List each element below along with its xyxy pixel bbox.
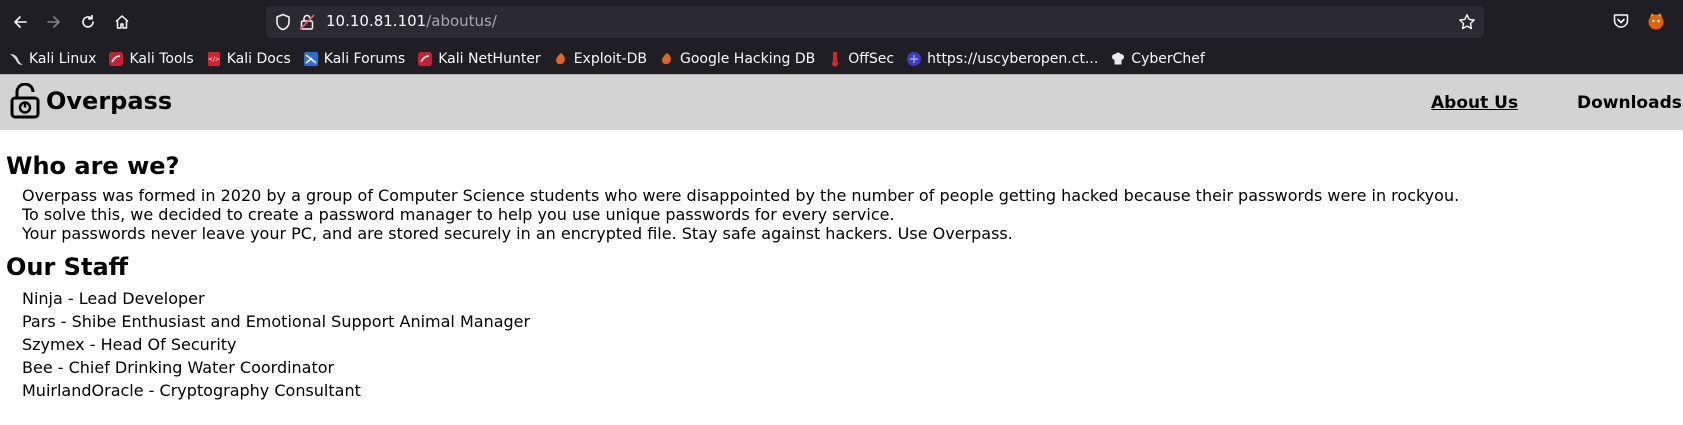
bookmark-kali-docs[interactable]: </> Kali Docs bbox=[206, 51, 291, 67]
shield-icon[interactable] bbox=[274, 13, 292, 31]
staff-member: Ninja - Lead Developer bbox=[22, 289, 205, 308]
bookmark-label: Kali Forums bbox=[323, 51, 406, 67]
url-path: /aboutus/ bbox=[426, 12, 497, 30]
about-line: To solve this, we decided to create a pa… bbox=[22, 205, 895, 224]
pocket-button[interactable] bbox=[1609, 9, 1633, 33]
browser-chrome: 10.10.81.101/aboutus/ Kali Linux Kali To… bbox=[0, 0, 1683, 74]
bookmark-label: Kali NetHunter bbox=[438, 51, 541, 67]
back-button[interactable] bbox=[6, 8, 34, 36]
about-line: Overpass was formed in 2020 by a group o… bbox=[22, 186, 1460, 205]
url-text[interactable]: 10.10.81.101/aboutus/ bbox=[326, 12, 497, 30]
who-are-we-heading: Who are we? bbox=[6, 152, 180, 180]
arrow-right-icon bbox=[47, 16, 60, 28]
bookmark-label: CyberChef bbox=[1131, 51, 1205, 67]
home-icon bbox=[115, 15, 129, 29]
bookmark-label: Kali Tools bbox=[129, 51, 194, 67]
staff-member: Pars - Shibe Enthusiast and Emotional Su… bbox=[22, 312, 531, 331]
about-line: Your passwords never leave your PC, and … bbox=[22, 224, 1013, 243]
bookmark-uscyberopen[interactable]: https://uscyberopen.ct... bbox=[906, 51, 1098, 67]
kali-docs-icon: </> bbox=[206, 51, 222, 67]
fox-extension-icon bbox=[1648, 13, 1664, 30]
kali-nethunter-icon bbox=[417, 51, 433, 67]
our-staff-heading: Our Staff bbox=[6, 253, 129, 281]
bookmark-label: Exploit-DB bbox=[573, 51, 647, 67]
site-header: Overpass About Us Downloads bbox=[0, 74, 1683, 130]
bookmark-cyberchef[interactable]: CyberChef bbox=[1110, 51, 1205, 67]
bookmark-label: Google Hacking DB bbox=[679, 51, 816, 67]
arrow-left-icon bbox=[14, 16, 27, 28]
bookmarks-toolbar: Kali Linux Kali Tools </> Kali Docs Kali… bbox=[0, 44, 1683, 74]
bookmark-kali-forums[interactable]: Kali Forums bbox=[303, 51, 405, 67]
exploit-db-icon bbox=[553, 51, 569, 67]
bookmark-offsec[interactable]: OffSec bbox=[827, 51, 894, 67]
address-bar[interactable]: 10.10.81.101/aboutus/ bbox=[266, 6, 1484, 38]
bookmark-google-hacking-db[interactable]: Google Hacking DB bbox=[659, 51, 815, 67]
staff-list: Ninja - Lead Developer Pars - Shibe Enth… bbox=[6, 287, 1666, 402]
kali-tools-icon bbox=[108, 51, 124, 67]
kali-forums-icon bbox=[303, 51, 319, 67]
bookmark-kali-nethunter[interactable]: Kali NetHunter bbox=[417, 51, 541, 67]
bookmark-label: OffSec bbox=[848, 51, 895, 67]
forward-button[interactable] bbox=[40, 8, 68, 36]
cyberchef-icon bbox=[1110, 51, 1126, 67]
nav-downloads-link[interactable]: Downloads bbox=[1577, 93, 1682, 113]
bookmark-label: https://uscyberopen.ct... bbox=[927, 51, 1099, 67]
page-content: Who are we? Overpass was formed in 2020 … bbox=[6, 152, 1666, 402]
uscyberopen-icon bbox=[906, 51, 922, 67]
pocket-icon bbox=[1613, 14, 1629, 28]
kali-dragon-icon bbox=[8, 51, 24, 67]
bookmark-label: Kali Docs bbox=[226, 51, 291, 67]
ghdb-icon bbox=[659, 51, 675, 67]
url-host: 10.10.81.101 bbox=[326, 12, 427, 30]
svg-text:</>: </> bbox=[208, 56, 220, 63]
staff-member: Szymex - Head Of Security bbox=[22, 335, 237, 354]
site-title: Overpass bbox=[46, 87, 173, 115]
bookmark-kali-linux[interactable]: Kali Linux bbox=[8, 51, 96, 67]
reload-button[interactable] bbox=[74, 8, 102, 36]
offsec-icon bbox=[827, 51, 843, 67]
staff-member: Bee - Chief Drinking Water Coordinator bbox=[22, 358, 335, 377]
insecure-lock-icon[interactable] bbox=[298, 13, 316, 31]
reload-icon bbox=[82, 14, 94, 28]
browser-toolbar: 10.10.81.101/aboutus/ bbox=[0, 0, 1683, 44]
about-paragraph: Overpass was formed in 2020 by a group o… bbox=[6, 186, 1666, 243]
staff-member: MuirlandOracle - Cryptography Consultant bbox=[22, 381, 361, 400]
extensions-menu-button[interactable] bbox=[1644, 9, 1668, 33]
bookmark-label: Kali Linux bbox=[29, 51, 97, 67]
bookmark-exploit-db[interactable]: Exploit-DB bbox=[553, 51, 647, 67]
home-button[interactable] bbox=[108, 8, 136, 36]
bookmark-kali-tools[interactable]: Kali Tools bbox=[108, 51, 194, 67]
bookmark-star-icon[interactable] bbox=[1458, 13, 1476, 31]
nav-about-us-link[interactable]: About Us bbox=[1431, 93, 1518, 113]
padlock-logo-icon bbox=[10, 83, 40, 119]
